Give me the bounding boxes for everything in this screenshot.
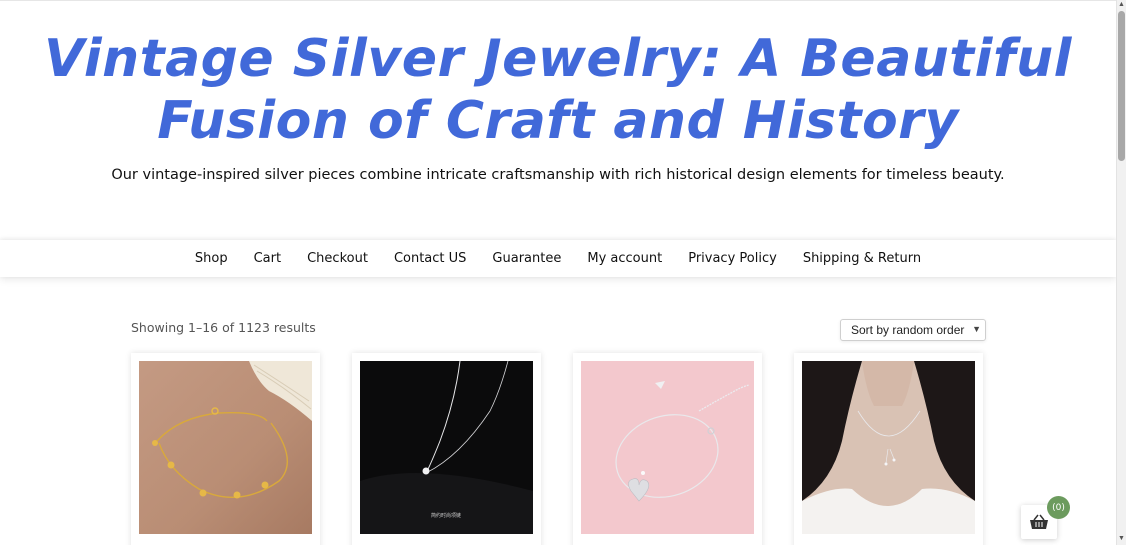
silver-heart-bracelet-pink-photo [581,361,754,534]
scroll-down-icon[interactable]: ▼ [1118,535,1125,542]
gold-chain-anklet-photo [139,361,312,534]
page: Vintage Silver Jewelry: A Beautiful Fusi… [0,0,1116,545]
product-card[interactable]: 简约时尚项链 [352,353,541,545]
site-title-line1[interactable]: Vintage Silver Jewelry: A Beautiful [0,28,1116,90]
cart-count-badge[interactable]: (0) [1047,496,1070,519]
chevron-down-icon: ▼ [972,324,981,334]
scrollbar-thumb[interactable] [1118,11,1125,161]
nav-item-cart[interactable]: Cart [241,251,295,266]
nav-item-shipping-return[interactable]: Shipping & Return [790,251,934,266]
main-navigation: Shop Cart Checkout Contact US Guarantee … [0,240,1116,277]
product-image[interactable]: 简约时尚项链 [360,361,533,534]
site-title[interactable]: Vintage Silver Jewelry: A Beautiful Fusi… [0,28,1116,152]
nav-item-checkout[interactable]: Checkout [294,251,381,266]
site-title-line2[interactable]: Fusion of Craft and History [0,90,1116,152]
sort-select[interactable]: Sort by random order ▼ [840,319,986,341]
photo-caption: 简约时尚项链 [431,512,461,519]
product-card[interactable] [794,353,983,545]
nav-item-guarantee[interactable]: Guarantee [479,251,574,266]
model-wearing-silver-necklace-photo [802,361,975,534]
product-image[interactable] [139,361,312,534]
nav-item-shop[interactable]: Shop [182,251,241,266]
nav-item-contact-us[interactable]: Contact US [381,251,479,266]
product-image[interactable] [581,361,754,534]
basket-icon [1030,514,1048,529]
nav-item-privacy-policy[interactable]: Privacy Policy [675,251,790,266]
silver-necklace-black-bg-photo: 简约时尚项链 [360,361,533,534]
top-border [0,0,1116,1]
scroll-up-icon[interactable]: ▲ [1118,1,1125,8]
sort-select-value: Sort by random order [851,323,965,337]
scrollbar[interactable]: ▲ ▼ [1116,0,1126,545]
result-count: Showing 1–16 of 1123 results [131,320,316,335]
product-card[interactable] [573,353,762,545]
nav-item-my-account[interactable]: My account [574,251,675,266]
product-card[interactable] [131,353,320,545]
product-image[interactable] [802,361,975,534]
site-tagline: Our vintage-inspired silver pieces combi… [111,167,1005,183]
